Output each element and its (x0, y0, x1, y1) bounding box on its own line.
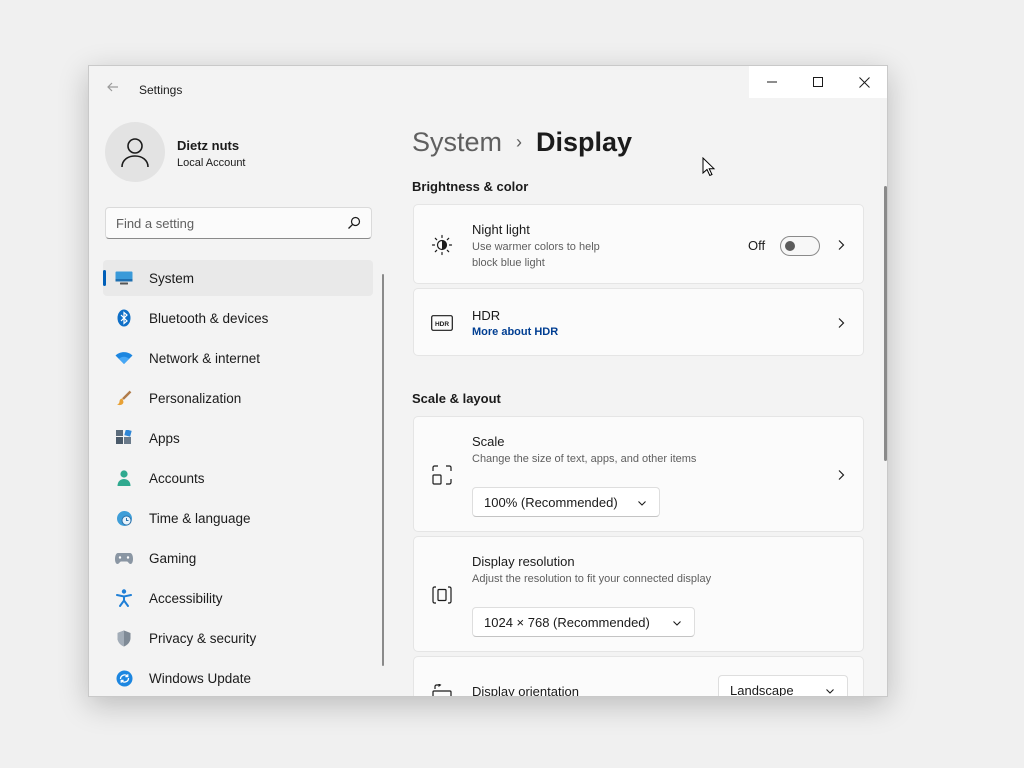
maximize-button[interactable] (795, 66, 841, 98)
night-light-state-label: Off (748, 238, 766, 253)
sidebar-item-apps[interactable]: Apps (103, 420, 373, 456)
brush-icon (115, 389, 133, 407)
breadcrumb-separator: › (516, 131, 523, 152)
chevron-right-icon (838, 318, 845, 328)
sidebar-item-accounts[interactable]: Accounts (103, 460, 373, 496)
breadcrumb-parent[interactable]: System (412, 127, 502, 158)
sidebar-item-gaming[interactable]: Gaming (103, 540, 373, 576)
toggle-knob (785, 241, 795, 251)
night-light-title: Night light (472, 222, 530, 237)
bluetooth-icon (115, 309, 133, 327)
back-button[interactable] (103, 80, 123, 100)
back-arrow-icon (107, 82, 118, 92)
chevron-down-icon (638, 501, 646, 506)
gamepad-icon (115, 549, 133, 567)
chevron-down-icon (826, 689, 834, 694)
svg-text:HDR: HDR (435, 321, 449, 328)
night-light-card[interactable]: Night light Use warmer colors to help bl… (413, 204, 864, 284)
sidebar-item-label: Privacy & security (149, 630, 257, 646)
sidebar-item-label: Bluetooth & devices (149, 310, 269, 326)
sidebar-item-label: Personalization (149, 390, 242, 406)
sidebar-item-system[interactable]: System (103, 260, 373, 296)
sidebar-item-label: Network & internet (149, 350, 261, 366)
mouse-cursor-icon (702, 157, 716, 177)
sidebar-item-time-language[interactable]: Time & language (103, 500, 373, 536)
settings-window: Settings Dietz nuts Local Account Find a… (88, 65, 888, 697)
account-type: Local Account (177, 157, 246, 169)
scale-card[interactable]: Scale Change the size of text, apps, and… (413, 416, 864, 532)
hdr-title: HDR (472, 308, 501, 323)
hdr-more-link[interactable]: More about HDR (472, 326, 558, 338)
sidebar-scrollbar[interactable] (382, 274, 384, 666)
night-light-toggle[interactable] (780, 236, 820, 256)
sidebar-item-accessibility[interactable]: Accessibility (103, 580, 373, 616)
update-icon (115, 669, 133, 687)
close-button[interactable] (841, 66, 887, 98)
maximize-icon (813, 77, 823, 87)
apps-icon (115, 429, 133, 447)
app-title: Settings (139, 83, 183, 97)
person-icon (115, 469, 133, 487)
resolution-dropdown[interactable]: 1024 × 768 (Recommended) (472, 607, 695, 637)
chevron-right-icon (838, 470, 845, 480)
chevron-right-icon (838, 240, 845, 250)
sidebar-item-label: System (149, 270, 195, 286)
scale-dropdown[interactable]: 100% (Recommended) (472, 487, 660, 517)
wifi-icon (115, 349, 133, 367)
hdr-card[interactable]: HDR HDR More about HDR (413, 288, 864, 356)
sidebar-item-network[interactable]: Network & internet (103, 340, 373, 376)
minimize-icon (767, 81, 777, 83)
search-icon[interactable] (347, 216, 361, 230)
night-light-description-line1: Use warmer colors to help (472, 241, 600, 253)
accessibility-icon (115, 589, 133, 607)
page-title: Display (536, 126, 633, 157)
sidebar-nav: System Bluetooth & devices Network & int… (103, 260, 373, 696)
resolution-title: Display resolution (472, 554, 575, 569)
sidebar-item-windows-update[interactable]: Windows Update (103, 660, 373, 696)
orientation-icon (431, 683, 453, 696)
sidebar-item-label: Windows Update (149, 670, 252, 686)
sidebar-item-bluetooth[interactable]: Bluetooth & devices (103, 300, 373, 336)
globe-clock-icon (115, 509, 133, 527)
title-bar: Settings (89, 66, 887, 114)
monitor-icon (115, 269, 133, 287)
content-scrollbar[interactable] (884, 186, 887, 461)
shield-icon (115, 629, 133, 647)
resolution-dropdown-value: 1024 × 768 (Recommended) (484, 614, 650, 630)
orientation-dropdown[interactable]: Landscape (718, 675, 848, 697)
sidebar-item-label: Accounts (149, 470, 205, 486)
night-light-description-line2: block blue light (472, 257, 545, 269)
orientation-dropdown-value: Landscape (730, 682, 794, 697)
user-avatar-icon (121, 138, 149, 168)
hdr-icon: HDR (431, 312, 453, 334)
orientation-title: Display orientation (472, 684, 579, 697)
breadcrumb: System › Display (412, 124, 632, 160)
search-input[interactable] (116, 208, 336, 238)
scale-title: Scale (472, 434, 505, 449)
resolution-card: Display resolution Adjust the resolution… (413, 536, 864, 652)
sidebar-item-personalization[interactable]: Personalization (103, 380, 373, 416)
resolution-description: Adjust the resolution to fit your connec… (472, 573, 712, 585)
night-light-icon (431, 234, 453, 256)
close-icon (858, 76, 870, 88)
sidebar-item-label: Accessibility (149, 590, 223, 606)
window-controls (749, 66, 887, 98)
sidebar-item-label: Time & language (149, 510, 251, 526)
user-name: Dietz nuts (177, 138, 240, 153)
sidebar-item-label: Gaming (149, 550, 197, 566)
sidebar-item-label: Apps (149, 430, 180, 446)
sidebar-item-privacy-security[interactable]: Privacy & security (103, 620, 373, 656)
user-profile[interactable]: Dietz nuts Local Account (105, 122, 365, 186)
scale-icon (431, 464, 453, 486)
scale-dropdown-value: 100% (Recommended) (484, 494, 618, 510)
minimize-button[interactable] (749, 66, 795, 98)
search-box (105, 207, 372, 239)
section-title-scale-layout: Scale & layout (412, 391, 501, 406)
section-title-brightness: Brightness & color (412, 179, 529, 194)
avatar (105, 122, 165, 182)
chevron-down-icon (673, 621, 681, 626)
orientation-card: Display orientation Landscape (413, 656, 864, 697)
resolution-icon (431, 584, 453, 606)
scale-description: Change the size of text, apps, and other… (472, 453, 697, 465)
